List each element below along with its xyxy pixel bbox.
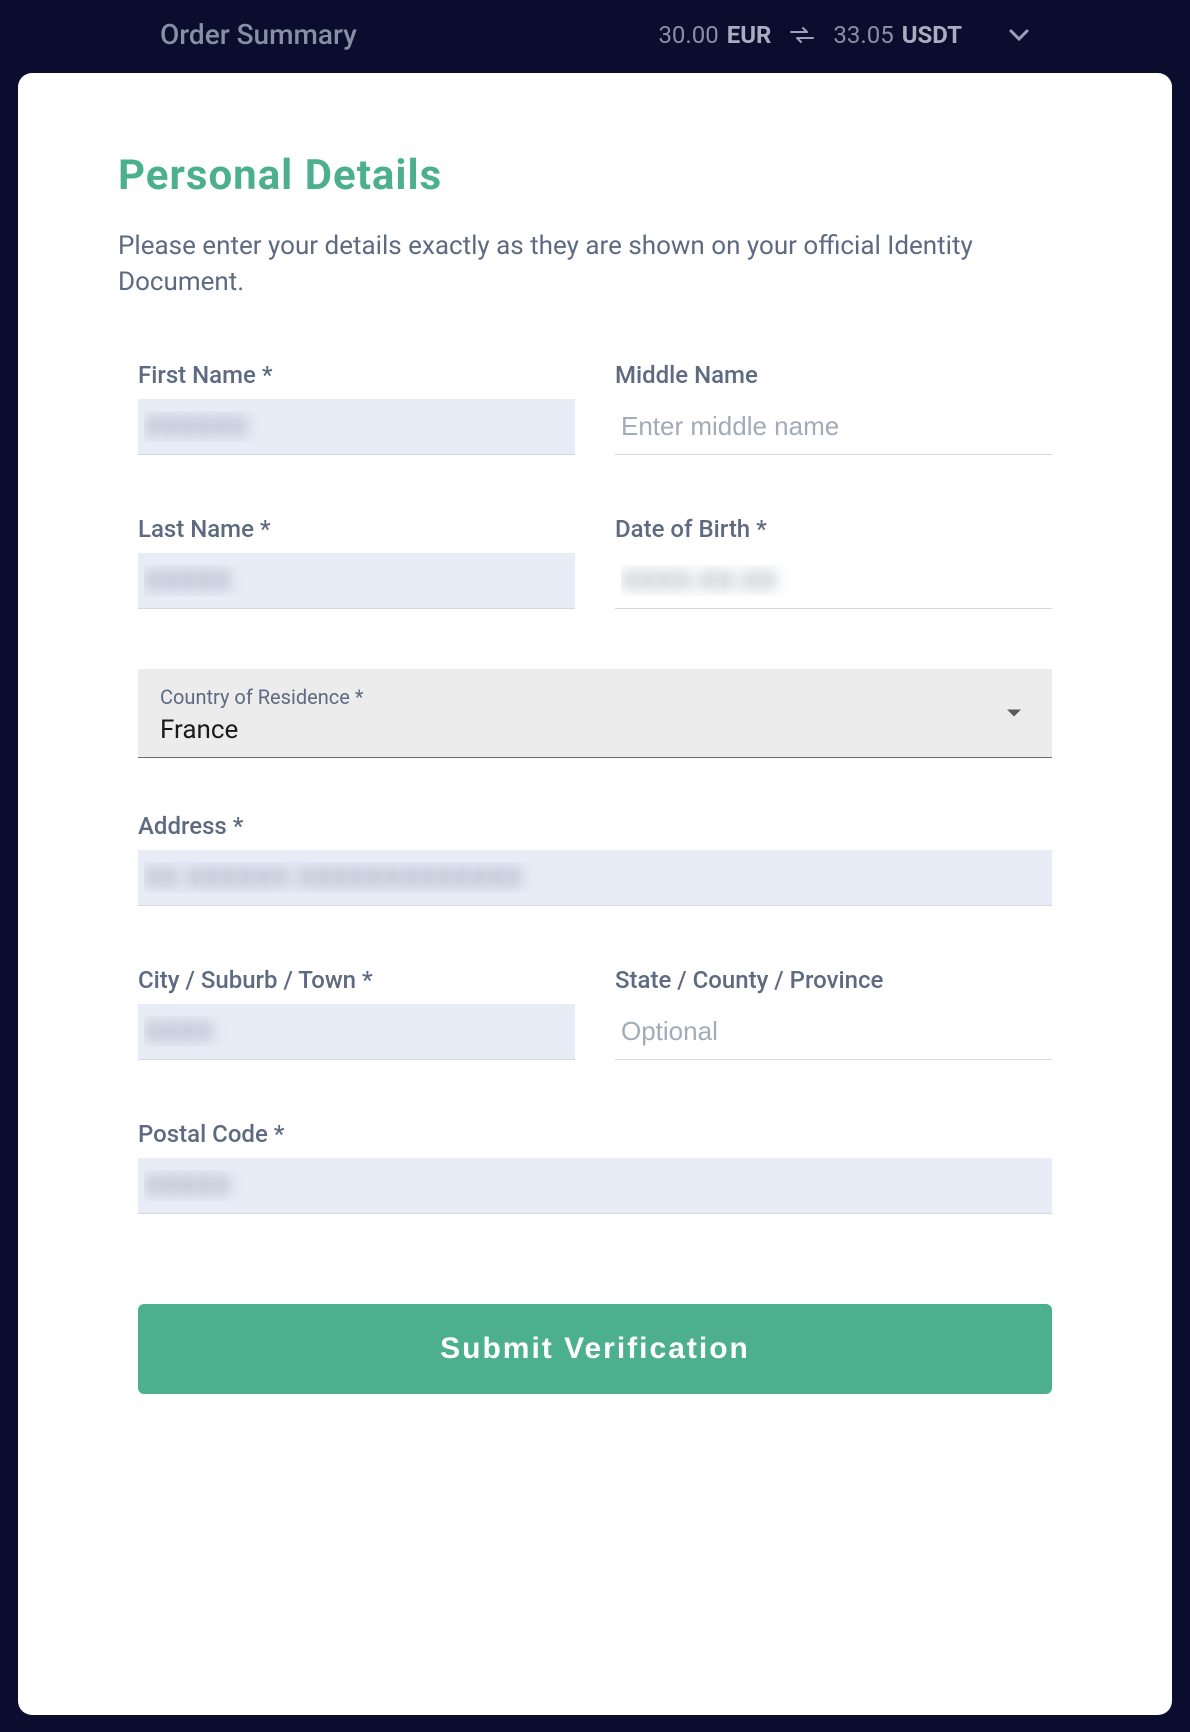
to-currency: USDT	[902, 21, 962, 49]
first-name-field: First Name *	[138, 361, 575, 455]
middle-name-input[interactable]	[615, 399, 1052, 455]
address-field: Address *	[138, 812, 1052, 906]
state-label: State / County / Province	[615, 966, 1052, 994]
to-amount-group: 33.05 USDT	[833, 21, 962, 49]
middle-name-field: Middle Name	[615, 361, 1052, 455]
to-amount: 33.05	[833, 21, 893, 49]
page-heading: Personal Details	[118, 151, 1072, 200]
first-name-label: First Name *	[138, 361, 575, 389]
state-input[interactable]	[615, 1004, 1052, 1060]
city-label: City / Suburb / Town *	[138, 966, 575, 994]
dropdown-arrow-icon	[1006, 703, 1022, 722]
personal-details-card: Personal Details Please enter your detai…	[18, 73, 1172, 1715]
swap-icon	[789, 25, 815, 45]
address-input[interactable]	[138, 850, 1052, 906]
dob-label: Date of Birth *	[615, 515, 1052, 543]
first-name-input[interactable]	[138, 399, 575, 455]
order-summary-bar: Order Summary 30.00 EUR 33.05 USDT	[50, 0, 1140, 73]
postal-input[interactable]	[138, 1158, 1052, 1214]
from-amount: 30.00	[658, 21, 718, 49]
instructions-text: Please enter your details exactly as the…	[118, 228, 1072, 301]
country-value: France	[160, 715, 1030, 745]
postal-label: Postal Code *	[138, 1120, 1052, 1148]
address-label: Address *	[138, 812, 1052, 840]
postal-field: Postal Code *	[138, 1120, 1052, 1214]
order-summary-amounts[interactable]: 30.00 EUR 33.05 USDT	[658, 21, 1030, 49]
last-name-label: Last Name *	[138, 515, 575, 543]
dob-field: Date of Birth *	[615, 515, 1052, 609]
last-name-input[interactable]	[138, 553, 575, 609]
order-summary-title: Order Summary	[160, 18, 357, 51]
dob-input[interactable]	[615, 553, 1052, 609]
state-field: State / County / Province	[615, 966, 1052, 1060]
city-field: City / Suburb / Town *	[138, 966, 575, 1060]
chevron-down-icon[interactable]	[1008, 28, 1030, 42]
from-amount-group: 30.00 EUR	[658, 21, 771, 49]
last-name-field: Last Name *	[138, 515, 575, 609]
country-label: Country of Residence *	[160, 685, 1030, 709]
from-currency: EUR	[727, 21, 772, 49]
city-input[interactable]	[138, 1004, 575, 1060]
country-select[interactable]: Country of Residence * France	[138, 669, 1052, 758]
submit-verification-button[interactable]: Submit Verification	[138, 1304, 1052, 1394]
middle-name-label: Middle Name	[615, 361, 1052, 389]
